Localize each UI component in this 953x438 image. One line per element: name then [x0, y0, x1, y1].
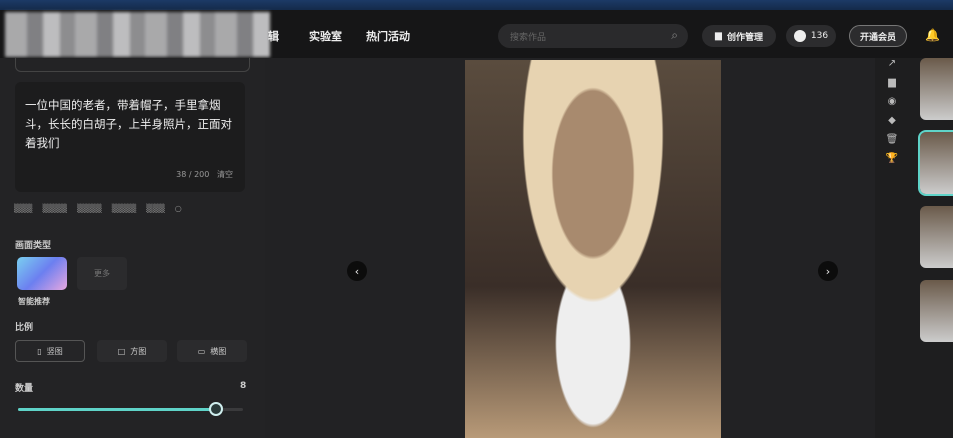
points-badge[interactable]: 136: [786, 25, 836, 47]
image-actions: ↗ ▆ ◉ ◆ 🗑 🏆: [878, 58, 906, 164]
tag-icon[interactable]: ◆: [888, 115, 896, 126]
refresh-icon[interactable]: ○: [175, 204, 182, 213]
nav-lab[interactable]: 实验室: [309, 28, 342, 44]
generated-image[interactable]: [465, 60, 721, 438]
trash-icon[interactable]: 🗑: [886, 134, 899, 145]
redacted-logo-area: [5, 12, 270, 57]
clear-button[interactable]: 清空: [217, 170, 233, 179]
history-thumb[interactable]: [920, 206, 953, 268]
search-icon[interactable]: ⌕: [671, 28, 678, 43]
vip-button[interactable]: 开通会员: [849, 25, 907, 47]
create-manage-label: 创作管理: [726, 32, 763, 43]
bell-icon[interactable]: 🔔: [925, 28, 940, 42]
prompt-text: 一位中国的老者，带着帽子，手里拿烟斗，长长的白胡子，上半身照片，正面对着我们: [25, 98, 232, 150]
square-icon: □: [117, 346, 126, 356]
count-value: 8: [240, 381, 247, 391]
ratio-square-label: 方图: [130, 346, 147, 356]
nav-item-partial[interactable]: 辑: [268, 28, 279, 44]
image-type-label: 画面类型: [15, 241, 52, 251]
style-smart-thumb[interactable]: [17, 257, 67, 290]
points-value: 136: [810, 31, 829, 41]
count-slider[interactable]: [18, 402, 243, 416]
landscape-icon: ▭: [197, 346, 206, 356]
next-arrow-icon[interactable]: ›: [818, 261, 838, 281]
ratio-portrait-label: 竖图: [46, 346, 63, 356]
count-label: 数量: [15, 384, 34, 394]
ratio-landscape[interactable]: ▭ 横图: [177, 340, 247, 362]
search-placeholder: 搜索作品: [510, 33, 547, 43]
style-smart-label: 智能推荐: [18, 297, 50, 306]
ratio-portrait[interactable]: ▯ 竖图: [15, 340, 85, 362]
create-manage-button[interactable]: ▆ 创作管理: [702, 25, 776, 47]
history-thumb[interactable]: [918, 130, 953, 196]
slider-fill: [18, 408, 216, 411]
slider-handle[interactable]: [209, 402, 223, 416]
window-title-strip: [0, 0, 953, 10]
style-more-thumb[interactable]: 更多: [77, 257, 127, 290]
char-count: 38 / 200: [176, 170, 210, 179]
portrait-icon: ▯: [37, 346, 42, 356]
trophy-icon[interactable]: 🏆: [886, 153, 898, 164]
folder-icon: ▆: [715, 31, 722, 41]
ratio-label: 比例: [15, 323, 34, 333]
nav-events[interactable]: 热门活动: [366, 28, 410, 44]
ratio-landscape-label: 横图: [210, 346, 227, 356]
history-thumbnails: [918, 58, 953, 354]
folder-icon[interactable]: ▆: [888, 77, 896, 88]
ratio-square[interactable]: □ 方图: [97, 340, 167, 362]
prompt-textarea[interactable]: 一位中国的老者，带着帽子，手里拿烟斗，长长的白胡子，上半身照片，正面对着我们 3…: [15, 82, 245, 192]
prev-arrow-icon[interactable]: ‹: [347, 261, 367, 281]
share-icon[interactable]: ↗: [888, 58, 896, 69]
mode-tabs[interactable]: [15, 58, 250, 72]
eye-icon[interactable]: ◉: [888, 96, 897, 107]
coin-icon: [793, 30, 806, 42]
prompt-tags[interactable]: ▒▒▒ ▒▒▒▒ ▒▒▒▒ ▒▒▒▒ ▒▒▒ ○: [14, 204, 182, 213]
search-input[interactable]: 搜索作品 ⌕: [498, 24, 688, 48]
history-thumb[interactable]: [920, 58, 953, 120]
history-thumb[interactable]: [920, 280, 953, 342]
